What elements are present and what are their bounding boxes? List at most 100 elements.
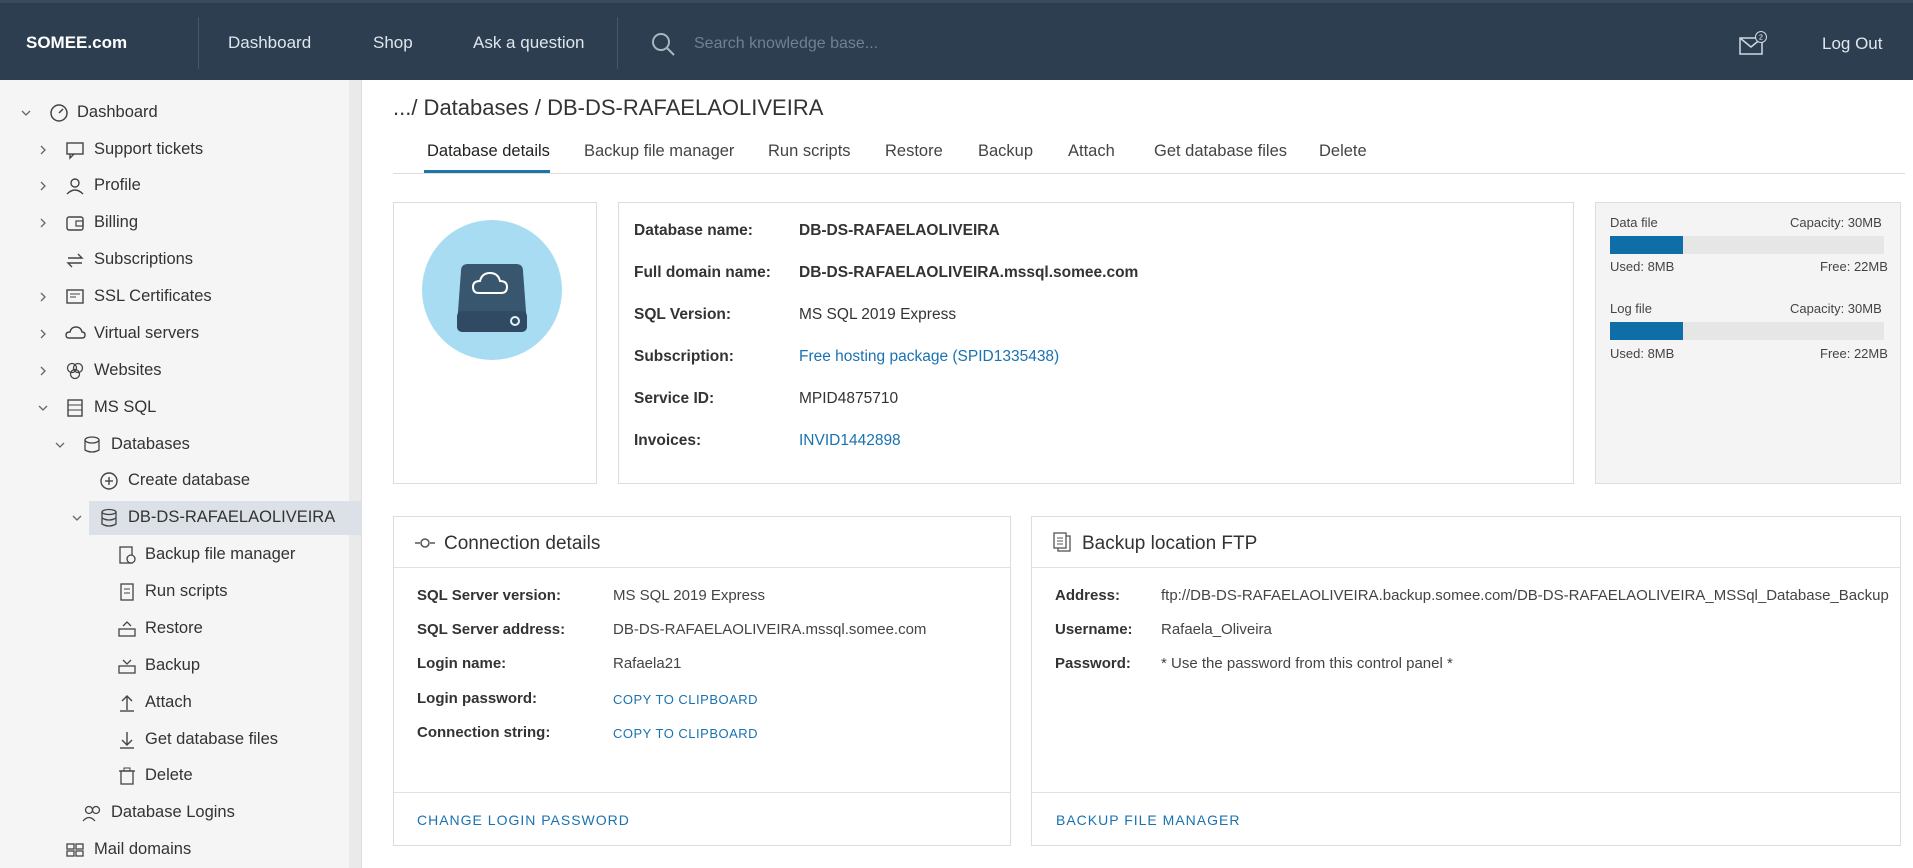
plus-circle-icon — [100, 472, 118, 490]
tab-attach[interactable]: Attach — [1068, 142, 1115, 161]
sidebar-item-db-ds-rafaelaoliveira[interactable]: DB-DS-RAFAELAOLIVEIRA — [0, 503, 350, 533]
chevron-right-icon[interactable] — [37, 291, 49, 303]
sidebar-item-label: Profile — [94, 176, 141, 194]
nav-ask-question[interactable]: Ask a question — [473, 33, 585, 53]
sidebar-item-backup-file-manager[interactable]: Backup file manager — [0, 540, 350, 570]
chevron-right-icon[interactable] — [37, 144, 49, 156]
divider — [617, 17, 618, 69]
detail-label: Full domain name: — [634, 264, 771, 281]
ftp-address-link[interactable]: ftp://DB-DS-RAFAELAOLIVEIRA.backup.somee… — [1161, 587, 1889, 604]
chevron-down-icon[interactable] — [54, 439, 66, 451]
divider — [198, 17, 199, 69]
tab-get-database-files[interactable]: Get database files — [1154, 142, 1287, 161]
connection-label: SQL Server address: — [417, 621, 566, 638]
data-file-free: Free: 22MB — [1820, 259, 1888, 274]
subscription-link[interactable]: Free hosting package (SPID1335438) — [799, 348, 1059, 366]
connection-label: Connection string: — [417, 724, 551, 741]
database-details-card — [618, 202, 1574, 484]
change-login-password-button[interactable]: CHANGE LOGIN PASSWORD — [417, 812, 630, 828]
chat-icon — [66, 142, 84, 160]
sidebar-item-label: Virtual servers — [94, 324, 200, 342]
ftp-label: Username: — [1055, 621, 1133, 638]
sidebar-item-websites[interactable]: Websites — [0, 356, 350, 386]
sidebar-item-label: Attach — [145, 693, 192, 711]
sidebar-item-ms-sql[interactable]: MS SQL — [0, 393, 350, 423]
search-input[interactable] — [694, 31, 1294, 57]
invoice-link[interactable]: INVID1442898 — [799, 432, 901, 450]
websites-icon — [66, 362, 84, 380]
sidebar-item-get-database-files[interactable]: Get database files — [0, 725, 350, 755]
detail-label: Service ID: — [634, 390, 715, 407]
chevron-right-icon[interactable] — [37, 180, 49, 192]
sidebar-item-label: Subscriptions — [94, 250, 194, 268]
sidebar-item-label: Restore — [145, 619, 203, 637]
backup-file-manager-button[interactable]: BACKUP FILE MANAGER — [1056, 812, 1240, 828]
sidebar-item-label: Get database files — [145, 730, 278, 748]
divider — [1032, 567, 1900, 568]
connection-icon — [415, 538, 435, 548]
sidebar-item-virtual-servers[interactable]: Virtual servers — [0, 319, 350, 349]
connection-value: DB-DS-RAFAELAOLIVEIRA.mssql.somee.com — [613, 621, 927, 638]
database-icon-card — [393, 202, 597, 484]
chevron-down-icon[interactable] — [20, 107, 32, 119]
detail-label: Database name: — [634, 222, 753, 239]
sidebar-item-delete[interactable]: Delete — [0, 761, 350, 791]
sidebar-item-label: MS SQL — [94, 398, 157, 416]
certificate-icon — [66, 289, 84, 304]
sidebar-item-label: Backup file manager — [145, 545, 296, 563]
copy-connection-string-button[interactable]: COPY TO CLIPBOARD — [613, 726, 758, 741]
sql-server-icon — [67, 399, 83, 417]
sidebar-item-dashboard[interactable]: Dashboard — [0, 98, 350, 128]
log-file-used: Used: 8MB — [1610, 346, 1675, 361]
sidebar-item-label: Backup — [145, 656, 201, 674]
tab-backup-file-manager[interactable]: Backup file manager — [584, 142, 734, 161]
breadcrumb: .../ Databases / DB-DS-RAFAELAOLIVEIRA — [393, 95, 824, 120]
sidebar-item-backup[interactable]: Backup — [0, 651, 350, 681]
sidebar-item-ssl-certificates[interactable]: SSL Certificates — [0, 282, 350, 312]
backup-file-icon — [119, 546, 136, 564]
sidebar-item-attach[interactable]: Attach — [0, 688, 350, 718]
logout-link[interactable]: Log Out — [1822, 34, 1883, 54]
chevron-down-icon[interactable] — [71, 512, 83, 524]
connection-label: Login password: — [417, 690, 537, 707]
sidebar-item-billing[interactable]: Billing — [0, 208, 350, 238]
mail-icon[interactable]: 2 — [1738, 31, 1768, 57]
chevron-down-icon[interactable] — [37, 402, 49, 414]
tab-database-details[interactable]: Database details — [427, 142, 550, 161]
connection-value: Rafaela21 — [613, 655, 682, 672]
ftp-value: Rafaela_Oliveira — [1161, 621, 1272, 638]
tab-run-scripts[interactable]: Run scripts — [768, 142, 851, 161]
sidebar-item-run-scripts[interactable]: Run scripts — [0, 577, 350, 607]
tab-backup[interactable]: Backup — [978, 142, 1033, 161]
chevron-right-icon[interactable] — [37, 328, 49, 340]
sidebar-item-mail-domains[interactable]: Mail domains — [0, 835, 350, 865]
sidebar-item-restore[interactable]: Restore — [0, 614, 350, 644]
tab-delete[interactable]: Delete — [1319, 142, 1367, 161]
chevron-right-icon[interactable] — [37, 217, 49, 229]
tab-restore[interactable]: Restore — [885, 142, 943, 161]
connection-details-title: Connection details — [444, 533, 601, 554]
ftp-value: * Use the password from this control pan… — [1161, 655, 1453, 672]
sidebar-item-profile[interactable]: Profile — [0, 171, 350, 201]
sidebar-item-label: Create database — [128, 471, 251, 489]
copy-password-button[interactable]: COPY TO CLIPBOARD — [613, 692, 758, 707]
sidebar-item-label: DB-DS-RAFAELAOLIVEIRA — [128, 508, 336, 526]
search-icon[interactable] — [650, 31, 676, 57]
trash-icon — [119, 767, 135, 785]
sidebar-item-databases[interactable]: Databases — [0, 430, 350, 460]
sidebar-item-subscriptions[interactable]: Subscriptions — [0, 245, 350, 275]
database-cloud-icon — [422, 220, 562, 360]
data-file-usage-bar — [1610, 236, 1884, 254]
sidebar-item-support-tickets[interactable]: Support tickets — [0, 135, 350, 165]
nav-shop[interactable]: Shop — [373, 33, 413, 53]
connection-label: SQL Server version: — [417, 587, 561, 604]
nav-dashboard[interactable]: Dashboard — [228, 33, 311, 53]
sidebar-item-label: Database Logins — [111, 803, 235, 821]
sidebar-scrollbar[interactable] — [349, 80, 361, 868]
sidebar-item-database-logins[interactable]: Database Logins — [0, 798, 350, 828]
logo[interactable]: SOMEE.com — [26, 33, 127, 53]
chevron-right-icon[interactable] — [37, 365, 49, 377]
sidebar-item-create-database[interactable]: Create database — [0, 466, 350, 496]
log-file-capacity: Capacity: 30MB — [1790, 301, 1882, 316]
divider — [1032, 792, 1900, 793]
